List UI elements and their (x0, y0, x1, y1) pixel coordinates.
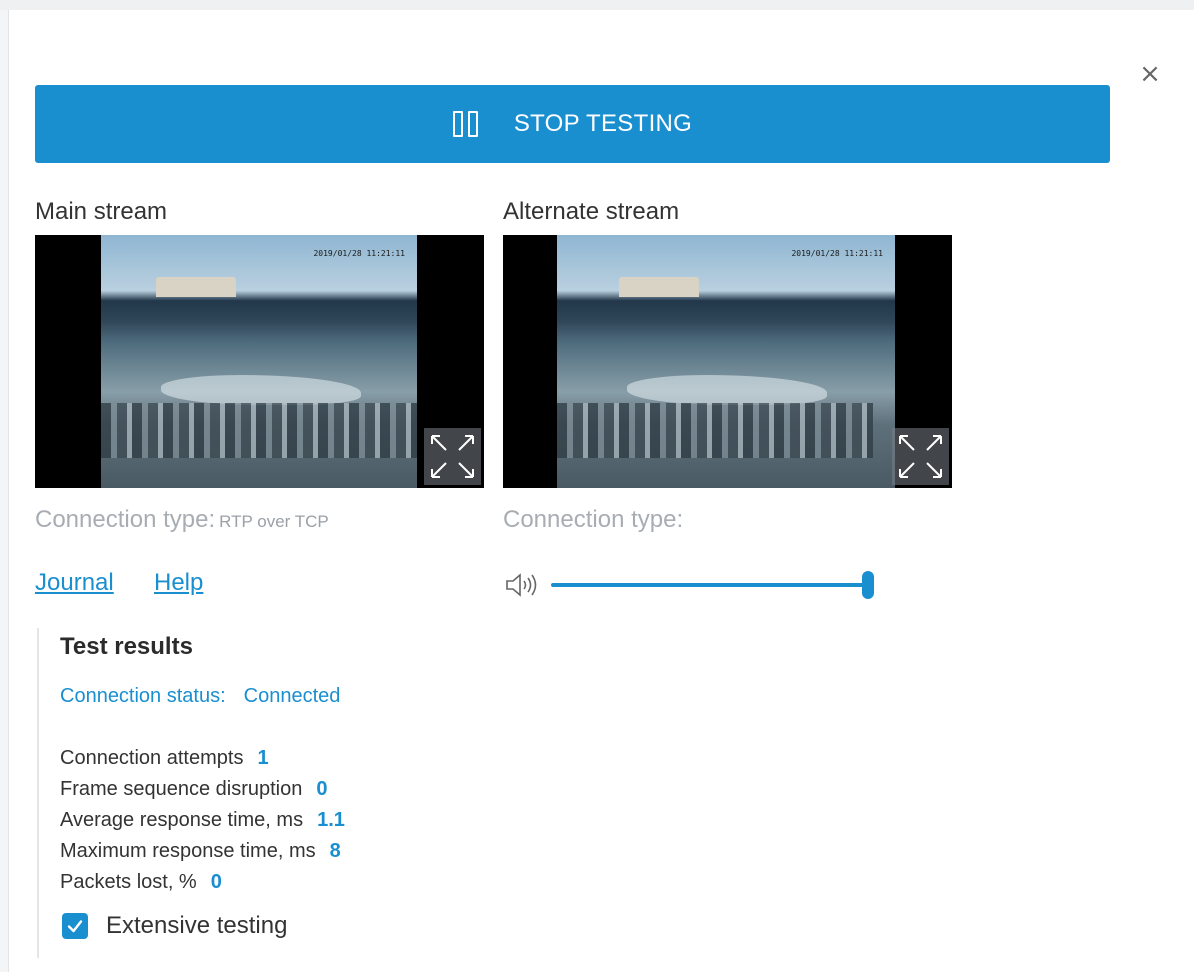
alternate-stream-title: Alternate stream (503, 198, 680, 225)
main-connection-type: Connection type: RTP over TCP (35, 506, 329, 533)
metric-row: Connection attempts 1 (60, 747, 269, 769)
main-stream-frame: 2019/01/28 11:21:11 (101, 235, 417, 488)
volume-slider-thumb[interactable] (862, 571, 874, 599)
extensive-testing-label: Extensive testing (106, 912, 288, 939)
connection-status: Connection status: Connected (60, 685, 340, 708)
alternate-stream-timestamp: 2019/01/28 11:21:11 (791, 249, 883, 258)
main-stream-timestamp: 2019/01/28 11:21:11 (313, 249, 405, 258)
pause-icon (452, 111, 478, 137)
volume-slider-track[interactable] (551, 583, 867, 587)
stop-testing-button[interactable]: STOP TESTING (35, 85, 1110, 163)
metrics-list: Connection attempts 1 Frame sequence disr… (60, 743, 345, 898)
alternate-stream-expand-icon[interactable] (892, 428, 949, 485)
extensive-testing-checkbox[interactable] (62, 913, 88, 939)
window-top-strip (0, 0, 1194, 10)
stop-testing-label: STOP TESTING (513, 110, 693, 137)
main-stream-video[interactable]: 2019/01/28 11:21:11 (35, 235, 484, 488)
connection-status-label: Connection status: (60, 685, 226, 707)
close-button[interactable]: × (1136, 60, 1164, 88)
help-link[interactable]: Help (154, 569, 203, 597)
main-stream-expand-icon[interactable] (424, 428, 481, 485)
metric-row: Average response time, ms 1.1 (60, 809, 345, 831)
connection-status-value: Connected (243, 685, 341, 707)
alternate-connection-type: Connection type: (503, 506, 684, 533)
main-stream-title: Main stream (35, 198, 168, 225)
metric-row: Frame sequence disruption 0 (60, 778, 328, 800)
metric-row: Maximum response time, ms 8 (60, 840, 341, 862)
alternate-stream-video[interactable]: 2019/01/28 11:21:11 (503, 235, 952, 488)
extensive-testing-option[interactable]: Extensive testing (60, 912, 287, 940)
journal-link[interactable]: Journal (35, 569, 114, 597)
alternate-stream-frame: 2019/01/28 11:21:11 (557, 235, 895, 488)
results-divider (37, 628, 39, 958)
test-results-title: Test results (60, 633, 193, 660)
speaker-icon[interactable] (505, 572, 541, 598)
main-connection-value: RTP over TCP (219, 512, 329, 531)
metric-row: Packets lost, % 0 (60, 871, 222, 893)
window-left-edge (0, 10, 9, 972)
